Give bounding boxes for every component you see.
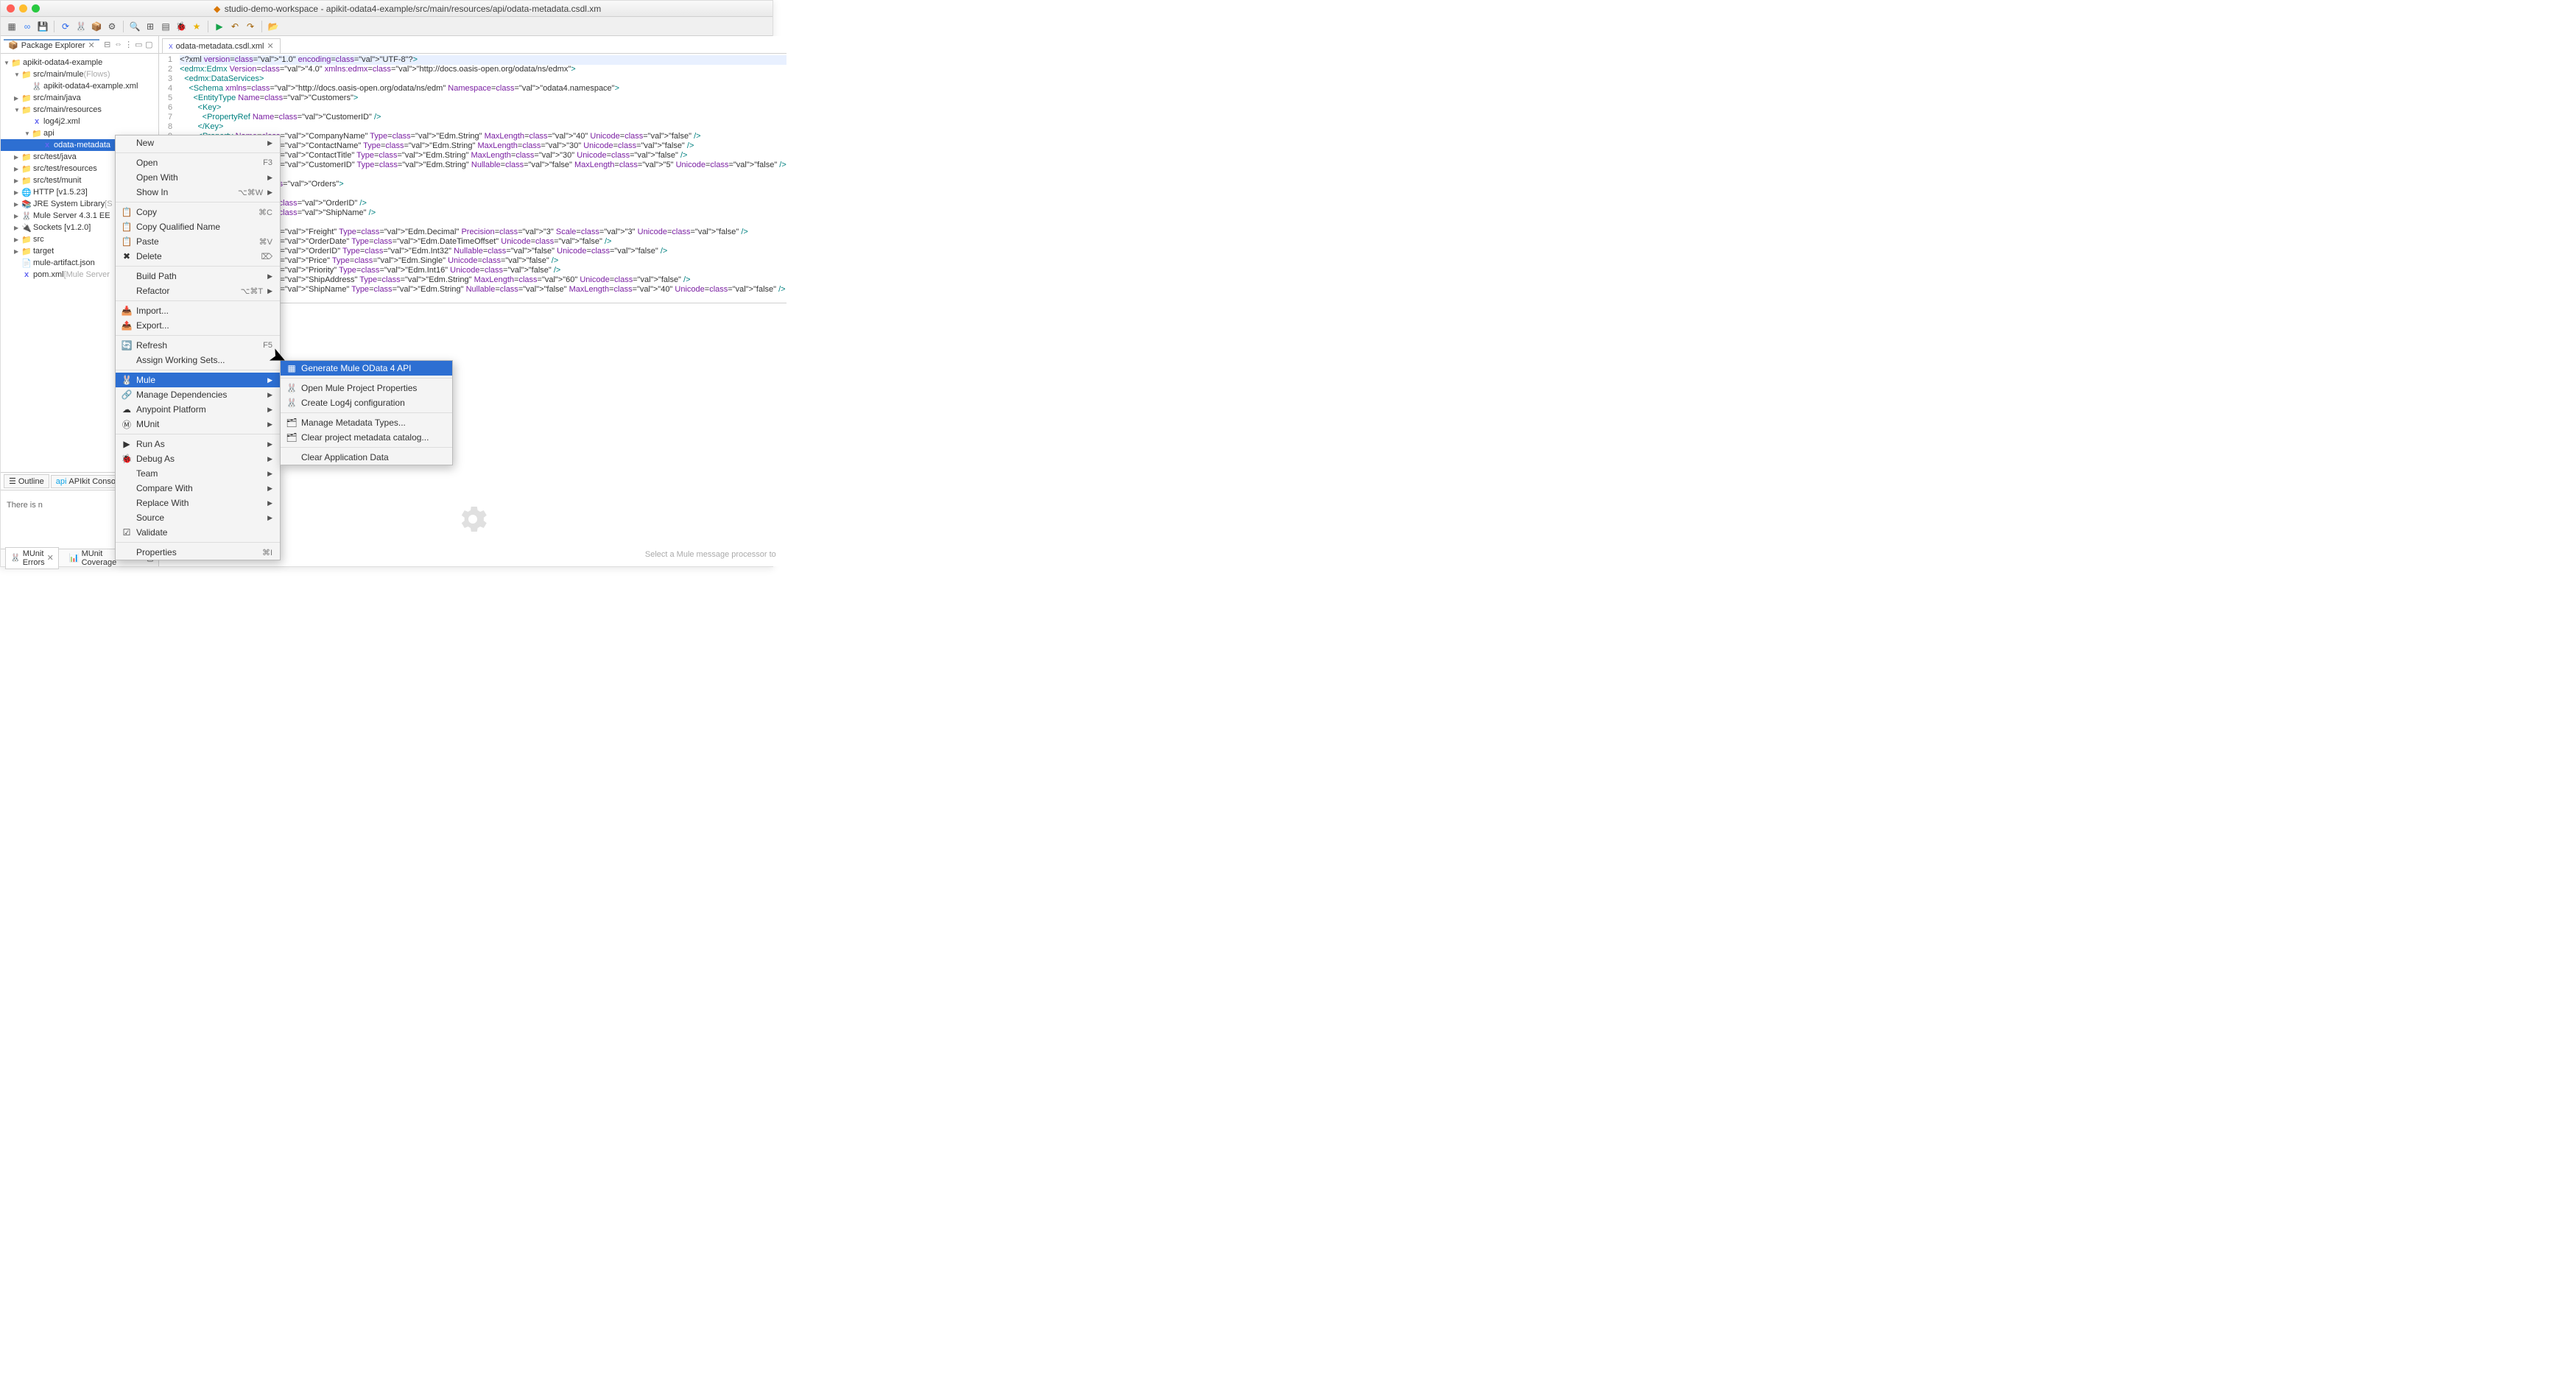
tab-package-explorer[interactable]: 📦 Package Explorer ✕ — [4, 39, 99, 50]
tree-item[interactable]: ▼📁src/main/resources — [1, 104, 158, 116]
grid-icon[interactable]: ▤ — [159, 20, 172, 33]
menu-item[interactable]: OpenF3 — [116, 155, 280, 170]
editor-tab-label: odata-metadata.csdl.xml — [176, 42, 264, 51]
close-window-button[interactable] — [7, 4, 15, 13]
back-icon[interactable]: ↶ — [228, 20, 242, 33]
tool-icon[interactable]: ⚙ — [105, 20, 119, 33]
tree-item[interactable]: ▼📁apikit-odata4-example — [1, 57, 158, 68]
munit-errors-icon: 🐰 — [10, 553, 21, 563]
menu-item[interactable]: Build Path▶ — [116, 269, 280, 284]
bug-icon[interactable]: 🐞 — [175, 20, 188, 33]
menu-icon[interactable]: ⋮ — [124, 40, 135, 50]
submenu-item[interactable]: 🐰Open Mule Project Properties — [281, 381, 452, 395]
munit-coverage-icon: 📊 — [69, 553, 80, 563]
menu-item[interactable]: 📥Import... — [116, 303, 280, 318]
tree-item[interactable]: xlog4j2.xml — [1, 116, 158, 127]
menu-item[interactable]: 📤Export... — [116, 318, 280, 333]
menu-item[interactable]: 📋Paste⌘V — [116, 234, 280, 249]
menu-item[interactable]: Properties⌘I — [116, 545, 280, 560]
search-icon[interactable]: 🔍 — [128, 20, 141, 33]
package-explorer-icon: 📦 — [8, 41, 18, 50]
menu-item[interactable]: Source▶ — [116, 510, 280, 525]
menu-item[interactable]: Compare With▶ — [116, 481, 280, 496]
editor-tab[interactable]: x odata-metadata.csdl.xml ✕ — [162, 38, 281, 53]
menu-item[interactable]: 🐰Mule▶ — [116, 373, 280, 387]
menu-item[interactable]: ☑Validate — [116, 525, 280, 540]
minimize-window-button[interactable] — [19, 4, 27, 13]
refresh-icon[interactable]: ⟳ — [59, 20, 72, 33]
main-toolbar: ▦ ∞ 💾 ⟳ 🐰 📦 ⚙ 🔍 ⊞ ▤ 🐞 ★ ▶ ↶ ↷ 📂 — [1, 17, 773, 36]
forward-icon[interactable]: ↷ — [244, 20, 257, 33]
run-icon[interactable]: ▶ — [213, 20, 226, 33]
menu-item[interactable]: Show In⌥⌘W▶ — [116, 185, 280, 200]
close-icon[interactable]: ✕ — [47, 553, 54, 563]
menu-item[interactable]: 🔗Manage Dependencies▶ — [116, 387, 280, 402]
zoom-window-button[interactable] — [32, 4, 40, 13]
close-tab-icon[interactable]: ✕ — [88, 41, 95, 50]
link-icon[interactable]: ∞ — [21, 20, 34, 33]
package-explorer-label: Package Explorer — [21, 41, 85, 50]
filter-icon[interactable]: ⊞ — [144, 20, 157, 33]
outline-icon: ☰ — [9, 476, 16, 486]
menu-item[interactable]: New▶ — [116, 135, 280, 150]
menu-item[interactable]: ✖Delete⌦ — [116, 249, 280, 264]
new-icon[interactable]: ▦ — [5, 20, 18, 33]
tree-item[interactable]: 🐰apikit-odata4-example.xml — [1, 80, 158, 92]
menu-item[interactable]: Assign Working Sets... — [116, 353, 280, 367]
close-tab-icon[interactable]: ✕ — [267, 41, 273, 51]
gear-icon — [455, 501, 490, 537]
window-title: studio-demo-workspace - apikit-odata4-ex… — [225, 4, 602, 14]
menu-item[interactable]: ☁Anypoint Platform▶ — [116, 402, 280, 417]
menu-item[interactable]: Replace With▶ — [116, 496, 280, 510]
menu-item[interactable]: ▶Run As▶ — [116, 437, 280, 451]
rabbit-icon[interactable]: 🐰 — [74, 20, 88, 33]
menu-item[interactable]: Team▶ — [116, 466, 280, 481]
menu-item[interactable]: 🐞Debug As▶ — [116, 451, 280, 466]
tab-outline[interactable]: ☰Outline — [4, 474, 49, 488]
xml-icon: x — [169, 42, 173, 51]
mule-submenu[interactable]: ▦Generate Mule OData 4 API 🐰Open Mule Pro… — [280, 360, 453, 465]
collapse-icon[interactable]: ⊟ — [104, 40, 114, 50]
package-explorer-tabs: 📦 Package Explorer ✕ ⊟ ⇔ ⋮ ▭ ▢ — [1, 36, 158, 54]
menu-item[interactable]: 📋Copy Qualified Name — [116, 219, 280, 234]
footer-message: Select a Mule message processor to — [635, 543, 786, 566]
menu-item[interactable]: 📋Copy⌘C — [116, 205, 280, 219]
submenu-item[interactable]: Clear Application Data — [281, 450, 452, 465]
submenu-item[interactable]: ▦Generate Mule OData 4 API — [281, 361, 452, 376]
context-menu[interactable]: New▶ OpenF3Open With▶Show In⌥⌘W▶ 📋Copy⌘C📋C… — [115, 135, 281, 560]
menu-item[interactable]: ⓂMUnit▶ — [116, 417, 280, 432]
link-icon[interactable]: ⇔ — [114, 40, 124, 50]
min-icon[interactable]: ▭ — [135, 40, 145, 50]
menu-item[interactable]: 🔄RefreshF5 — [116, 338, 280, 353]
max-icon[interactable]: ▢ — [145, 40, 155, 50]
submenu-item[interactable]: 🗂Manage Metadata Types... — [281, 415, 452, 430]
save-icon[interactable]: 💾 — [36, 20, 49, 33]
light-icon[interactable]: ★ — [190, 20, 203, 33]
titlebar: ◆ studio-demo-workspace - apikit-odata4-… — [1, 1, 773, 17]
menu-item[interactable]: Refactor⌥⌘T▶ — [116, 284, 280, 298]
tree-item[interactable]: ▶📁src/main/java — [1, 92, 158, 104]
submenu-item[interactable]: 🗂Clear project metadata catalog... — [281, 430, 452, 445]
apikit-icon: api — [56, 477, 67, 486]
menu-item[interactable]: Open With▶ — [116, 170, 280, 185]
file-icon: ◆ — [213, 4, 222, 13]
tab-munit-coverage[interactable]: 📊 MUnit Coverage — [65, 548, 121, 568]
tab-munit-errors[interactable]: 🐰 MUnit Errors ✕ — [5, 547, 59, 569]
open-icon[interactable]: 📂 — [267, 20, 280, 33]
tree-item[interactable]: ▼📁src/main/mule (Flows) — [1, 68, 158, 80]
submenu-item[interactable]: 🐰Create Log4j configuration — [281, 395, 452, 410]
package-icon[interactable]: 📦 — [90, 20, 103, 33]
